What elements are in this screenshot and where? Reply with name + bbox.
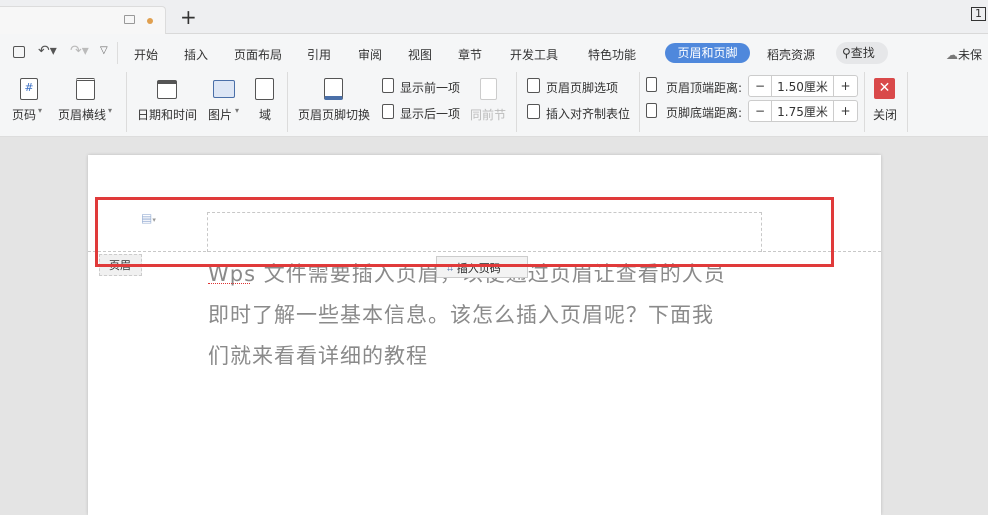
preview-icon[interactable] bbox=[13, 46, 25, 58]
same-as-previous-icon bbox=[480, 78, 497, 100]
divider bbox=[126, 72, 127, 132]
close-icon: ✕ bbox=[874, 78, 895, 99]
undo-icon[interactable]: ↶▾ bbox=[38, 43, 57, 59]
menu-developer[interactable]: 开发工具 bbox=[510, 46, 558, 63]
options-icon bbox=[527, 78, 540, 93]
document-tab[interactable] bbox=[0, 6, 166, 34]
header-top-stepper[interactable]: − 1.50厘米 + bbox=[748, 75, 858, 97]
menu-layout[interactable]: 页面布局 bbox=[234, 46, 282, 63]
calendar-icon bbox=[157, 80, 177, 99]
header-top-icon bbox=[646, 77, 657, 92]
menu-review[interactable]: 审阅 bbox=[358, 46, 382, 63]
customize-icon[interactable]: ▽ bbox=[100, 45, 108, 56]
divider bbox=[287, 72, 288, 132]
unsaved-dot-icon bbox=[147, 18, 153, 24]
menu-references[interactable]: 引用 bbox=[307, 46, 331, 63]
footer-bottom-label: 页脚底端距离: bbox=[666, 106, 743, 120]
unsaved-status[interactable]: ☁未保 bbox=[946, 46, 982, 63]
spellcheck-underline bbox=[208, 283, 250, 284]
menu-home[interactable]: 开始 bbox=[134, 46, 158, 63]
highlight-box bbox=[95, 197, 834, 267]
menu-resources[interactable]: 稻壳资源 bbox=[767, 46, 815, 63]
switch-icon bbox=[324, 78, 343, 100]
tab-bar: + 1 bbox=[0, 0, 988, 34]
picture-icon bbox=[213, 80, 235, 98]
paragraph-line: 即时了解一些基本信息。该怎么插入页眉呢？下面我 bbox=[208, 303, 714, 327]
header-top-input[interactable]: 1.50厘米 bbox=[772, 76, 834, 96]
monitor-icon bbox=[124, 15, 135, 24]
paragraph-line: 们就来看看详细的教程 bbox=[208, 344, 428, 368]
footer-bottom-stepper[interactable]: − 1.75厘米 + bbox=[748, 100, 858, 122]
divider bbox=[117, 42, 118, 64]
increment-button[interactable]: + bbox=[834, 76, 857, 96]
search-icon: ⚲ bbox=[842, 46, 851, 60]
menu-section[interactable]: 章节 bbox=[458, 46, 482, 63]
increment-button[interactable]: + bbox=[834, 101, 857, 121]
footer-bottom-input[interactable]: 1.75厘米 bbox=[772, 101, 834, 121]
header-line-icon bbox=[76, 78, 95, 100]
menu-view[interactable]: 视图 bbox=[408, 46, 432, 63]
page-number-icon: # bbox=[20, 78, 38, 100]
divider bbox=[907, 72, 908, 132]
show-next-icon bbox=[382, 104, 394, 119]
decrement-button[interactable]: − bbox=[749, 76, 772, 96]
page-indicator: 1 bbox=[971, 7, 986, 21]
header-top-label: 页眉顶端距离: bbox=[666, 81, 743, 95]
new-tab-button[interactable]: + bbox=[180, 5, 197, 29]
tab-header-footer[interactable]: 页眉和页脚 bbox=[665, 43, 750, 63]
cloud-icon: ☁ bbox=[946, 48, 958, 62]
show-previous-icon bbox=[382, 78, 394, 93]
menu-insert[interactable]: 插入 bbox=[184, 46, 208, 63]
decrement-button[interactable]: − bbox=[749, 101, 772, 121]
footer-bottom-icon bbox=[646, 103, 657, 118]
menu-features[interactable]: 特色功能 bbox=[588, 46, 636, 63]
redo-icon[interactable]: ↷▾ bbox=[70, 43, 89, 59]
field-icon bbox=[255, 78, 274, 100]
tab-stop-icon bbox=[527, 104, 540, 119]
divider bbox=[864, 72, 865, 132]
divider bbox=[516, 72, 517, 132]
find-button[interactable]: ⚲查找 bbox=[836, 42, 888, 64]
divider bbox=[639, 72, 640, 132]
